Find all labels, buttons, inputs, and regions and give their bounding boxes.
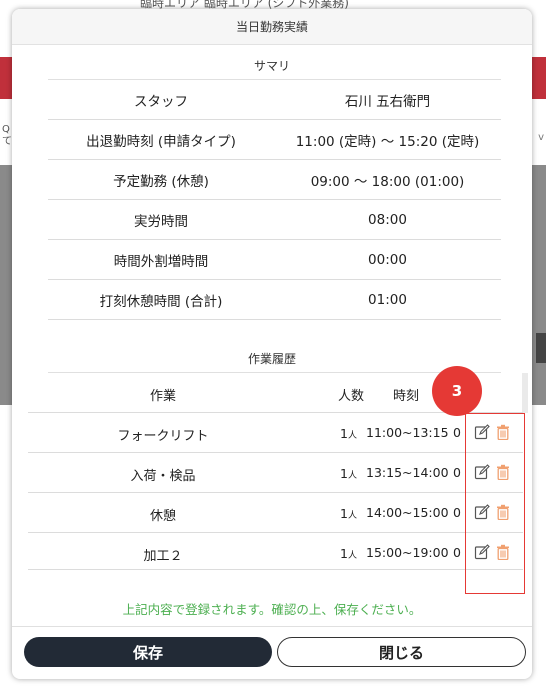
work-people: 1人 bbox=[340, 506, 357, 521]
close-button[interactable]: 閉じる bbox=[277, 637, 526, 667]
summary-row-clock: 出退勤時刻 (申請タイプ) 11:00 (定時) 〜 15:20 (定時) bbox=[48, 120, 501, 160]
work-row: フォークリフト 1人 11:00~13:15 0 bbox=[28, 412, 523, 452]
summary-row-actual: 実労時間 08:00 bbox=[48, 200, 501, 240]
people-unit: 人 bbox=[347, 551, 357, 561]
work-time: 13:15~14:00 bbox=[366, 465, 449, 480]
summary-value: 01:00 bbox=[368, 291, 407, 308]
save-button[interactable]: 保存 bbox=[24, 637, 272, 667]
work-task: 休憩 bbox=[149, 509, 176, 524]
work-extra: 0 bbox=[453, 545, 461, 560]
summary-label: 出退勤時刻 (申請タイプ) bbox=[86, 133, 236, 150]
summary-value: 石川 五右衛門 bbox=[344, 93, 431, 110]
daily-work-modal: 当日勤務実績 サマリ スタッフ 石川 五右衛門 出退勤時刻 (申請タイプ) 11… bbox=[12, 9, 532, 679]
summary-label: 実労時間 bbox=[134, 213, 188, 230]
work-extra: 0 bbox=[453, 425, 461, 440]
column-header-time: 時刻 bbox=[393, 389, 420, 404]
people-unit: 人 bbox=[347, 431, 357, 441]
work-people: 1人 bbox=[340, 466, 357, 481]
annotation-badge: 3 bbox=[432, 366, 482, 416]
people-count: 1 bbox=[340, 506, 348, 521]
people-count: 1 bbox=[340, 546, 348, 561]
summary-row-overtime: 時間外割増時間 00:00 bbox=[48, 240, 501, 280]
people-unit: 人 bbox=[347, 471, 357, 481]
summary-row-scheduled: 予定勤務 (休憩) 09:00 〜 18:00 (01:00) bbox=[48, 160, 501, 200]
work-history-bottom-divider bbox=[28, 569, 523, 570]
column-header-task: 作業 bbox=[149, 389, 176, 404]
summary-row-staff: スタッフ 石川 五右衛門 bbox=[48, 80, 501, 120]
work-task: フォークリフト bbox=[117, 429, 209, 444]
summary-label: スタッフ bbox=[134, 93, 188, 110]
scrollbar[interactable] bbox=[522, 373, 528, 413]
background-side-text-right: v bbox=[538, 132, 544, 143]
summary-value: 11:00 (定時) 〜 15:20 (定時) bbox=[295, 133, 480, 150]
summary-title: サマリ bbox=[253, 59, 290, 73]
summary-label: 予定勤務 (休憩) bbox=[113, 173, 209, 190]
work-time: 11:00~13:15 bbox=[366, 425, 449, 440]
summary-value: 00:00 bbox=[368, 251, 407, 268]
work-time: 15:00~19:00 bbox=[366, 545, 449, 560]
work-people: 1人 bbox=[340, 546, 357, 561]
summary-value: 09:00 〜 18:00 (01:00) bbox=[310, 173, 465, 190]
work-row: 加工２ 1人 15:00~19:00 0 bbox=[28, 532, 523, 572]
work-history-title: 作業履歴 bbox=[247, 352, 296, 366]
summary-label: 時間外割増時間 bbox=[113, 253, 209, 270]
work-row: 休憩 1人 14:00~15:00 0 bbox=[28, 492, 523, 532]
work-extra: 0 bbox=[453, 505, 461, 520]
summary-row-break: 打刻休憩時間 (合計) 01:00 bbox=[48, 280, 501, 320]
people-count: 1 bbox=[340, 466, 348, 481]
summary-label: 打刻休憩時間 (合計) bbox=[99, 293, 223, 310]
notice-text: 上記内容で登録されます。確認の上、保存ください。 bbox=[122, 602, 422, 617]
modal-header: 当日勤務実績 bbox=[12, 9, 532, 45]
modal-title: 当日勤務実績 bbox=[235, 20, 308, 34]
background-side-text: Q て bbox=[2, 124, 12, 147]
work-task: 加工２ bbox=[143, 549, 183, 564]
column-header-people: 人数 bbox=[338, 389, 365, 404]
work-row: 入荷・検品 1人 13:15~14:00 0 bbox=[28, 452, 523, 492]
annotation-highlight-box bbox=[465, 413, 525, 594]
work-extra: 0 bbox=[453, 465, 461, 480]
background-dark-right bbox=[536, 333, 546, 363]
work-people: 1人 bbox=[340, 426, 357, 441]
footer-divider bbox=[12, 626, 532, 627]
people-unit: 人 bbox=[347, 511, 357, 521]
work-task: 入荷・検品 bbox=[130, 469, 196, 484]
background-grey-right bbox=[532, 165, 546, 405]
people-count: 1 bbox=[340, 426, 348, 441]
summary-value: 08:00 bbox=[368, 211, 407, 228]
work-time: 14:00~15:00 bbox=[366, 505, 449, 520]
